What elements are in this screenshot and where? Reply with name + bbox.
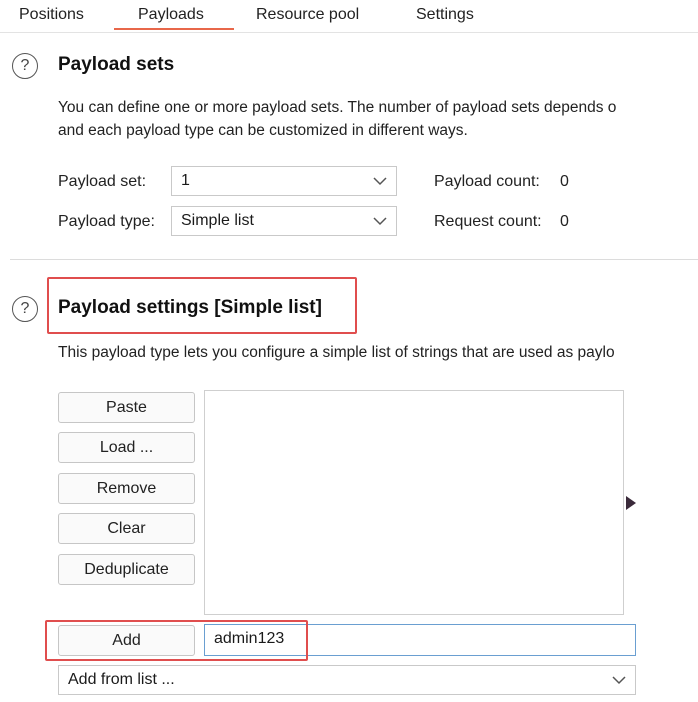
tab-settings[interactable]: Settings (416, 0, 474, 30)
tab-resource-pool[interactable]: Resource pool (256, 0, 359, 30)
help-icon[interactable]: ? (12, 296, 38, 322)
payload-list[interactable] (204, 390, 624, 615)
section-divider (10, 259, 698, 260)
add-from-list-select[interactable]: Add from list ... (58, 665, 636, 695)
payload-sets-description-line2: and each payload type can be customized … (58, 122, 468, 139)
payload-sets-description-line1: You can define one or more payload sets.… (58, 99, 617, 116)
payload-set-label: Payload set: (58, 173, 147, 190)
request-count-value: 0 (560, 213, 569, 230)
chevron-down-icon (373, 217, 387, 226)
clear-button[interactable]: Clear (58, 513, 195, 544)
remove-button[interactable]: Remove (58, 473, 195, 504)
active-tab-indicator (114, 28, 234, 30)
add-from-list-value: Add from list ... (68, 671, 175, 688)
payload-count-label: Payload count: (434, 173, 540, 190)
tab-positions[interactable]: Positions (19, 0, 84, 30)
payload-set-select[interactable]: 1 (171, 166, 397, 196)
payload-settings-description: This payload type lets you configure a s… (58, 344, 615, 361)
paste-button[interactable]: Paste (58, 392, 195, 423)
payload-type-label: Payload type: (58, 213, 155, 230)
request-count-label: Request count: (434, 213, 542, 230)
chevron-down-icon (612, 676, 626, 685)
highlight-box-add (45, 620, 308, 661)
payload-sets-title: Payload sets (58, 54, 175, 75)
payload-type-select[interactable]: Simple list (171, 206, 397, 236)
payload-type-value: Simple list (181, 212, 254, 229)
payload-settings-title: Payload settings [Simple list] (58, 297, 322, 318)
chevron-down-icon (373, 177, 387, 186)
payload-set-value: 1 (181, 172, 190, 189)
tab-payloads[interactable]: Payloads (138, 0, 204, 30)
deduplicate-button[interactable]: Deduplicate (58, 554, 195, 585)
load-button[interactable]: Load ... (58, 432, 195, 463)
help-icon[interactable]: ? (12, 53, 38, 79)
expand-arrow-icon[interactable] (626, 496, 636, 510)
payload-count-value: 0 (560, 173, 569, 190)
